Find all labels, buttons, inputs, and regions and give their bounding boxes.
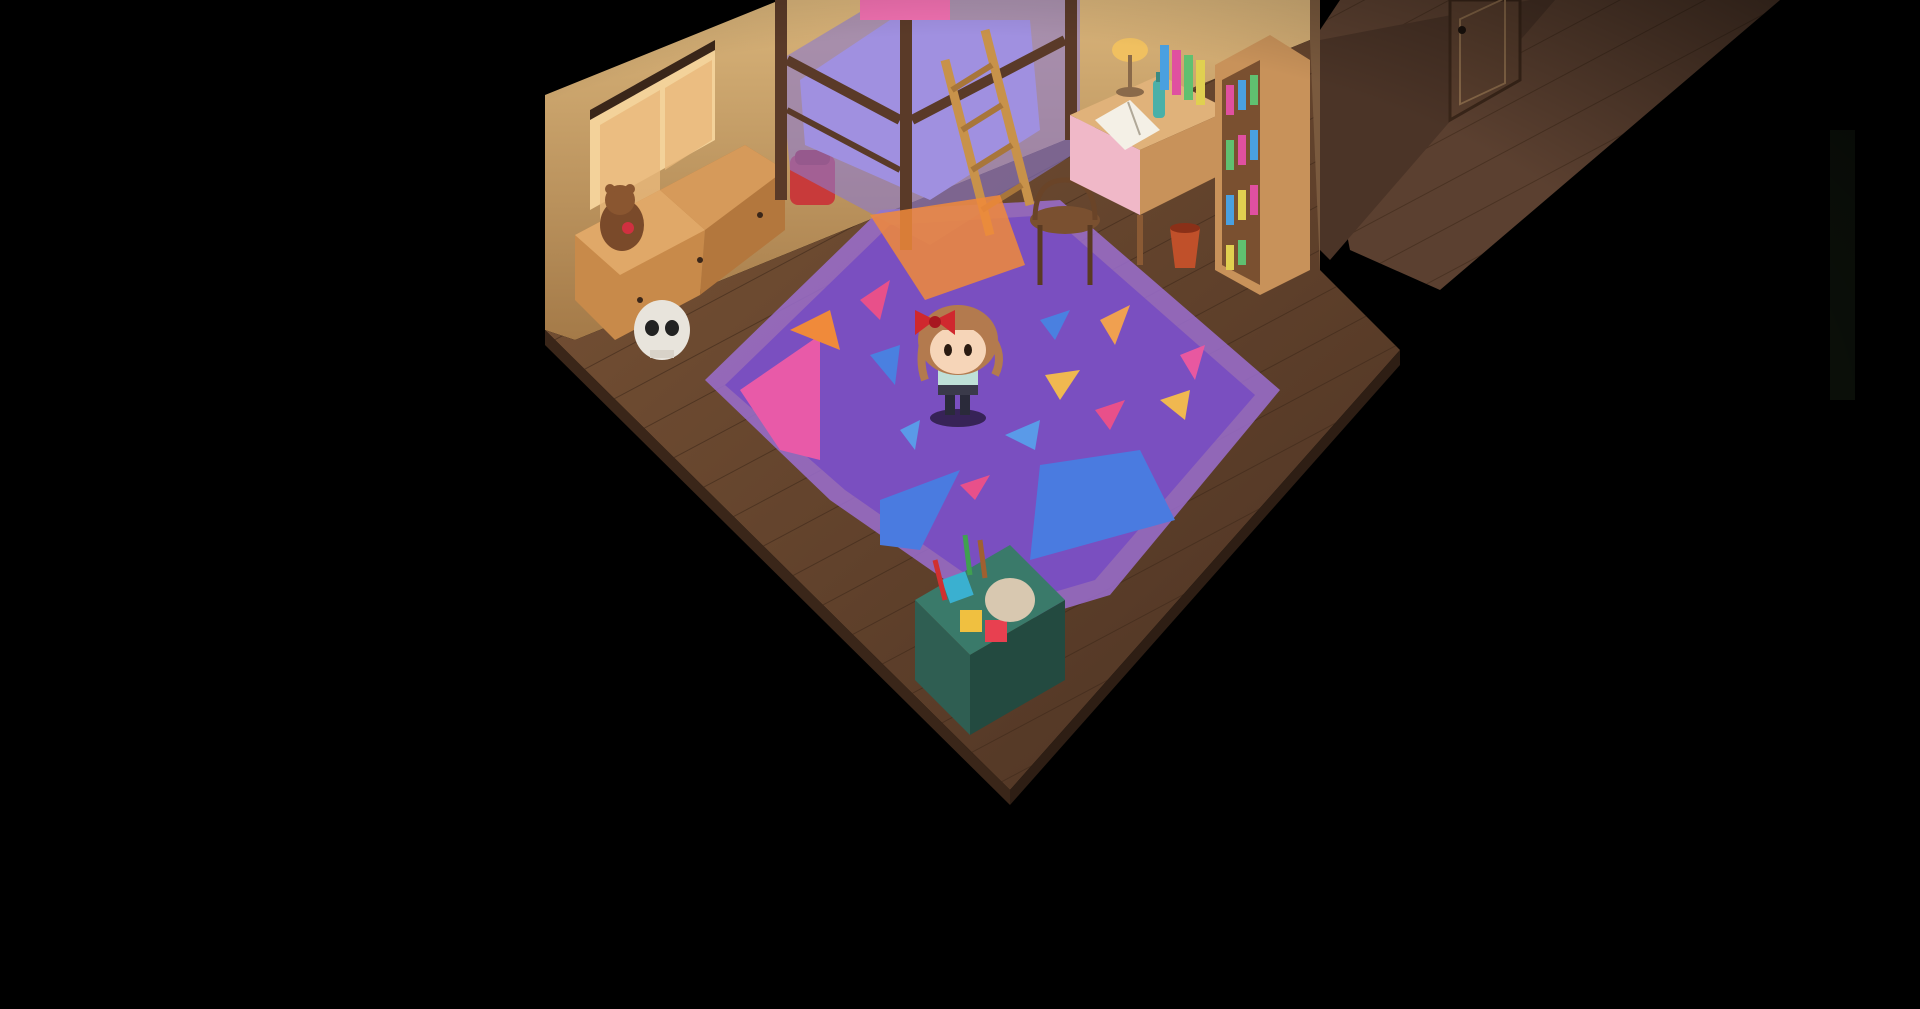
vignette-overlay	[0, 0, 1920, 1009]
game-scene	[0, 0, 1920, 1009]
game-viewport[interactable]	[0, 0, 1920, 1009]
